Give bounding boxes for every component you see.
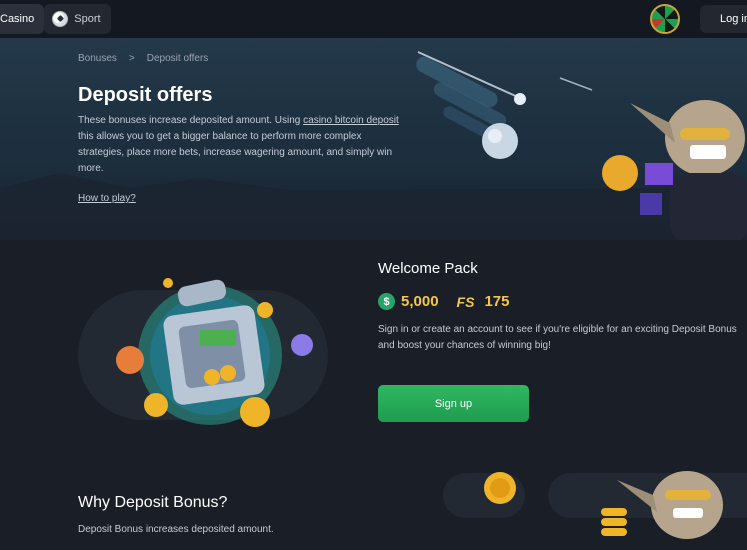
breadcrumb-current: Deposit offers	[146, 53, 209, 64]
breadcrumb-separator-icon: >	[128, 53, 135, 64]
tab-casino-label: Casino	[0, 13, 35, 25]
tab-sport-label: Sport	[74, 13, 101, 25]
free-spins-icon: FS	[456, 293, 475, 310]
hero-banner: Bonuses > Deposit offers Deposit offers …	[0, 38, 747, 240]
tab-sport[interactable]: Sport	[44, 4, 111, 34]
why-deposit-bonus-title: Why Deposit Bonus?	[78, 494, 228, 511]
safe-illustration	[116, 278, 313, 427]
hero-description-text-1: These bonuses increase deposited amount.…	[78, 115, 304, 126]
soccer-ball-icon	[52, 11, 69, 27]
login-button[interactable]: Log in	[700, 5, 747, 33]
breadcrumb-bonuses[interactable]: Bonuses	[78, 53, 117, 64]
how-to-play-link[interactable]: How to play?	[78, 193, 136, 204]
casino-bitcoin-deposit-link[interactable]: casino bitcoin deposit	[303, 115, 399, 126]
hero-description-text-2: this allows you to get a bigger balance …	[78, 131, 393, 174]
breadcrumb: Bonuses > Deposit offers	[78, 53, 208, 64]
sign-up-button-label: Sign up	[434, 397, 473, 410]
welcome-description: Sign in or create an account to see if y…	[378, 324, 737, 351]
free-spins-amount: 175	[484, 293, 510, 310]
money-amount: 5,000	[401, 293, 439, 310]
sign-up-button[interactable]: Sign up	[378, 385, 529, 422]
top-navigation-bar: Casino Sport	[0, 0, 747, 38]
page-title: Deposit offers	[78, 84, 213, 106]
welcome-bonus-values: $ 5,000 FS 175	[378, 293, 509, 310]
dollar-coin-icon: $	[378, 293, 395, 310]
goblin-coins-illustration	[601, 471, 723, 539]
tab-casino[interactable]: Casino	[0, 4, 45, 34]
fortune-wheel-icon[interactable]	[650, 4, 680, 34]
login-button-label: Log in	[720, 13, 747, 25]
hero-description: These bonuses increase deposited amount.…	[78, 113, 408, 177]
gold-coin-icon	[484, 472, 516, 504]
why-deposit-bonus-description: Deposit Bonus increases deposited amount…	[78, 524, 274, 535]
welcome-pack-title: Welcome Pack	[378, 260, 478, 277]
